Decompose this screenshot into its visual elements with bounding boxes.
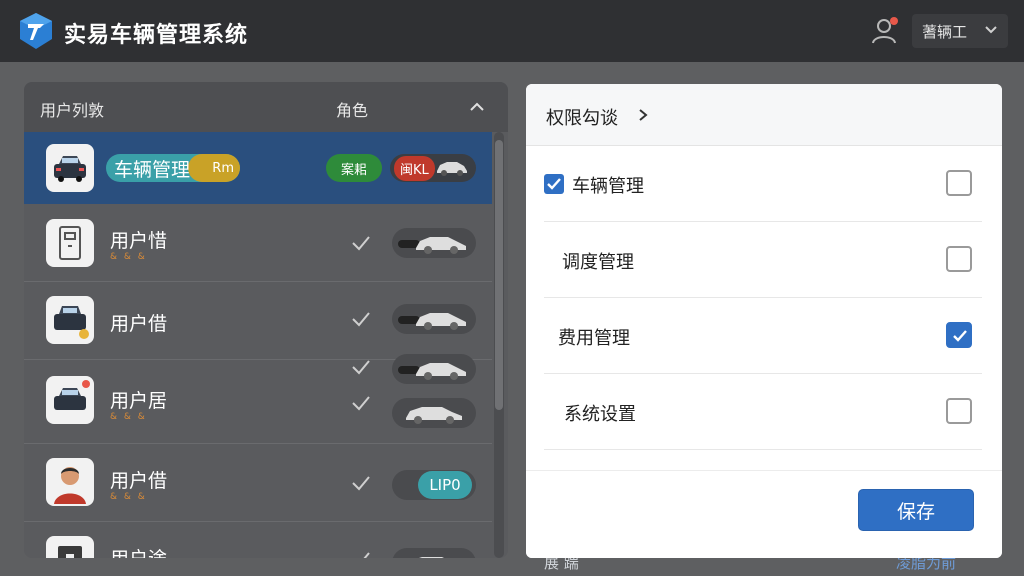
- car-icon: [54, 156, 86, 182]
- column-header-user[interactable]: 用户列敦: [40, 97, 104, 121]
- user-row-selected[interactable]: Rm 车辆管理 案耜 闽KL: [24, 132, 492, 204]
- status-badge: 案耜: [326, 154, 382, 182]
- vehicle-chip[interactable]: [392, 548, 476, 558]
- role-tag-text: Rm: [212, 160, 234, 176]
- permission-row-settings[interactable]: 系统设置: [544, 374, 982, 450]
- device-icon: [58, 546, 82, 558]
- car-icon: [398, 313, 466, 330]
- car-icon: [406, 407, 462, 424]
- permission-row-expense[interactable]: 费用管理: [544, 298, 982, 374]
- car-icon: [54, 380, 90, 410]
- user-row[interactable]: 用户借: [24, 282, 492, 360]
- permission-footer: 保存: [526, 470, 1002, 558]
- car-icon: [54, 306, 89, 339]
- avatar: [46, 296, 94, 344]
- permission-checkbox[interactable]: [946, 398, 972, 424]
- user-list-panel: 用户列敦 角色 Rm 车辆管理 案耜 闽KL 用户惜 & & & 用户借 用户居…: [24, 82, 508, 558]
- permission-panel: 权限勾谈 车辆管理 调度管理 费用管理 系统设置 保存: [526, 84, 1002, 558]
- bottom-left-text: 展 踹: [544, 558, 579, 572]
- bottom-right-link[interactable]: 凌脂为前: [896, 558, 956, 573]
- user-list-header: 用户列敦 角色: [24, 82, 508, 132]
- row-subtitle: & & &: [110, 412, 147, 422]
- car-icon: [398, 363, 466, 380]
- permission-checkbox[interactable]: [946, 170, 972, 196]
- row-name: 用户惜: [110, 230, 168, 252]
- car-icon: [398, 237, 466, 254]
- vehicle-chip[interactable]: [392, 354, 476, 384]
- permission-label: 调度管理: [562, 252, 634, 273]
- column-header-role[interactable]: 角色: [336, 97, 368, 121]
- vehicle-code-badge: LIP0: [418, 471, 472, 499]
- permission-header: 权限勾谈: [526, 84, 1002, 146]
- user-menu-dropdown[interactable]: 蓍辆工: [912, 14, 1008, 48]
- permission-row-dispatch[interactable]: 调度管理: [544, 222, 982, 298]
- car-icon: [436, 162, 467, 176]
- bottom-strip: 展 踹 凌脂为前: [526, 558, 1002, 576]
- check-icon: [352, 312, 370, 327]
- chevron-up-icon[interactable]: [468, 98, 486, 116]
- user-row[interactable]: 用户借 & & & LIP0: [24, 444, 492, 522]
- app-logo-icon: [20, 13, 52, 49]
- row-subtitle: & & &: [110, 252, 147, 262]
- user-row[interactable]: 用户居 & & &: [24, 354, 492, 444]
- plate-badge: 闽KL: [390, 154, 476, 182]
- check-icon: [352, 476, 370, 491]
- check-icon: [352, 360, 370, 375]
- save-button[interactable]: 保存: [858, 489, 974, 531]
- check-icon: [363, 552, 370, 558]
- avatar: [46, 144, 94, 192]
- row-name: 用户借: [110, 470, 168, 492]
- permission-label: 车辆管理: [572, 176, 644, 197]
- vehicle-chip[interactable]: [392, 398, 476, 428]
- row-name: 车辆管理: [114, 158, 191, 181]
- row-name: 用户借: [110, 313, 168, 335]
- door-icon: [59, 226, 81, 260]
- app-title: 实易车辆管理系统: [64, 23, 249, 48]
- row-name: 用户居: [110, 390, 168, 412]
- car-icon: [419, 557, 444, 558]
- vehicle-chip[interactable]: LIP0: [392, 470, 476, 500]
- vehicle-chip[interactable]: [392, 304, 476, 334]
- user-notification-icon[interactable]: [870, 16, 900, 46]
- chevron-down-icon: [985, 26, 997, 34]
- permission-row-vehicle[interactable]: 车辆管理: [544, 146, 982, 222]
- scrollbar-thumb[interactable]: [495, 140, 503, 410]
- vehicle-chip[interactable]: [392, 228, 476, 258]
- permission-checkbox-checked[interactable]: [946, 322, 972, 348]
- top-bar: 实易车辆管理系统 蓍辆工: [0, 0, 1024, 62]
- check-icon: [352, 396, 370, 411]
- user-row[interactable]: 用户途: [24, 522, 492, 558]
- user-row[interactable]: 用户惜 & & &: [24, 204, 492, 282]
- row-name: 用户途: [110, 544, 167, 558]
- person-icon: [54, 467, 86, 504]
- avatar: [46, 219, 94, 267]
- avatar: [46, 536, 94, 558]
- plate-badge-text: 闽KL: [394, 155, 435, 181]
- permission-label: 系统设置: [564, 404, 636, 425]
- row-subtitle: & & &: [110, 492, 147, 502]
- check-icon: [352, 236, 370, 251]
- check-icon: [953, 330, 967, 342]
- user-name: 蓍辆工: [922, 22, 968, 41]
- avatar: [46, 458, 94, 506]
- permission-label: 费用管理: [558, 328, 630, 349]
- checkbox-checked-icon[interactable]: [544, 174, 564, 194]
- avatar: [46, 376, 94, 424]
- chevron-right-icon[interactable]: [636, 108, 650, 122]
- permission-checkbox[interactable]: [946, 246, 972, 272]
- permission-title: 权限勾谈: [546, 108, 618, 129]
